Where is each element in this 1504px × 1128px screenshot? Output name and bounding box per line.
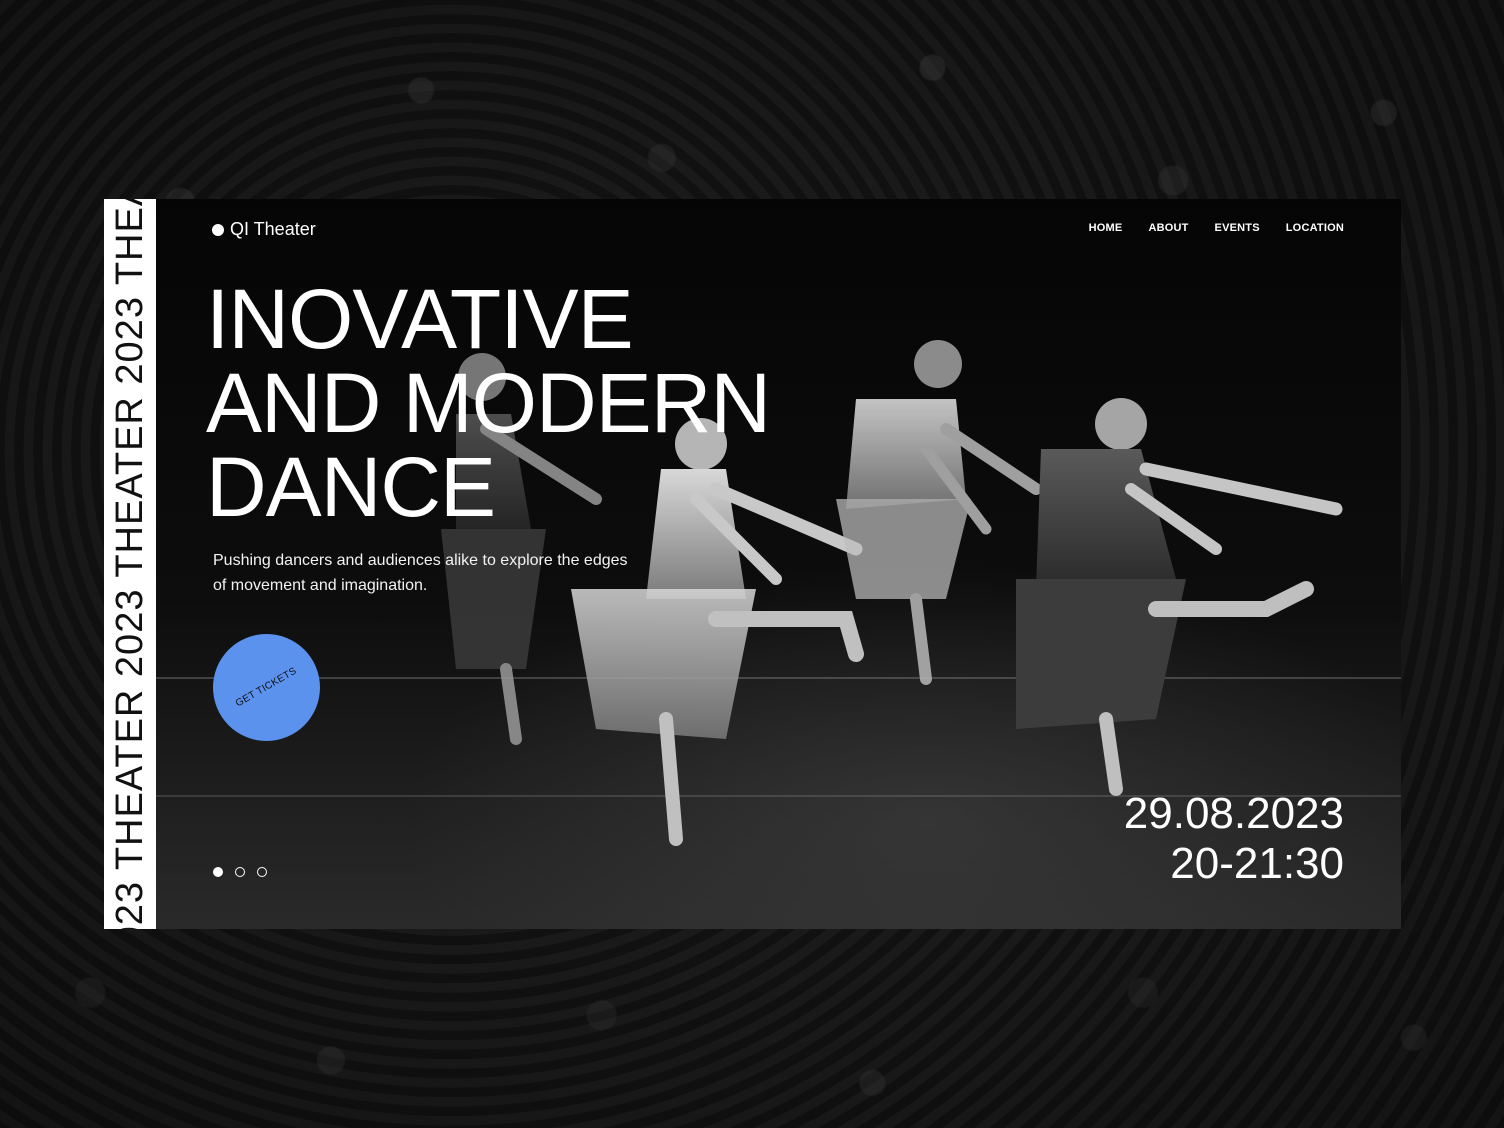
get-tickets-label: GET TICKETS [234, 665, 299, 710]
get-tickets-button[interactable]: GET TICKETS [213, 634, 320, 741]
brand-dot-icon [212, 223, 224, 236]
hero-headline: INOVATIVE AND MODERN DANCE [206, 277, 966, 529]
hero-subtitle: Pushing dancers and audiences alike to e… [213, 552, 628, 594]
event-date: 29.08.2023 [1123, 789, 1344, 838]
event-datetime: 29.08.2023 20-21:30 [1124, 789, 1344, 889]
top-nav: HOME ABOUT EVENTS LOCATION [1089, 222, 1344, 234]
headline-line-2: AND MODERN [206, 356, 771, 450]
event-time: 20-21:30 [1170, 839, 1344, 888]
nav-item-location[interactable]: LOCATION [1286, 222, 1344, 234]
hero-panel: QI Theater HOME ABOUT EVENTS LOCATION IN… [156, 199, 1401, 929]
brand-name: QI Theater [230, 219, 316, 239]
nav-item-about[interactable]: ABOUT [1148, 222, 1188, 234]
carousel-dot-3[interactable] [257, 867, 267, 877]
carousel-dots [213, 867, 267, 877]
vertical-ticker-strip: 2023 THEATER 2023 THEATER 2023 THEAT [104, 199, 156, 929]
carousel-dot-1[interactable] [213, 867, 223, 877]
headline-line-3: DANCE [206, 440, 496, 534]
headline-line-1: INOVATIVE [206, 272, 634, 366]
nav-item-events[interactable]: EVENTS [1215, 222, 1260, 234]
ticker-text: 2023 THEATER 2023 THEATER 2023 THEAT [109, 199, 151, 929]
nav-item-home[interactable]: HOME [1089, 222, 1123, 234]
brand-logo[interactable]: QI Theater [212, 219, 316, 240]
carousel-dot-2[interactable] [235, 867, 245, 877]
